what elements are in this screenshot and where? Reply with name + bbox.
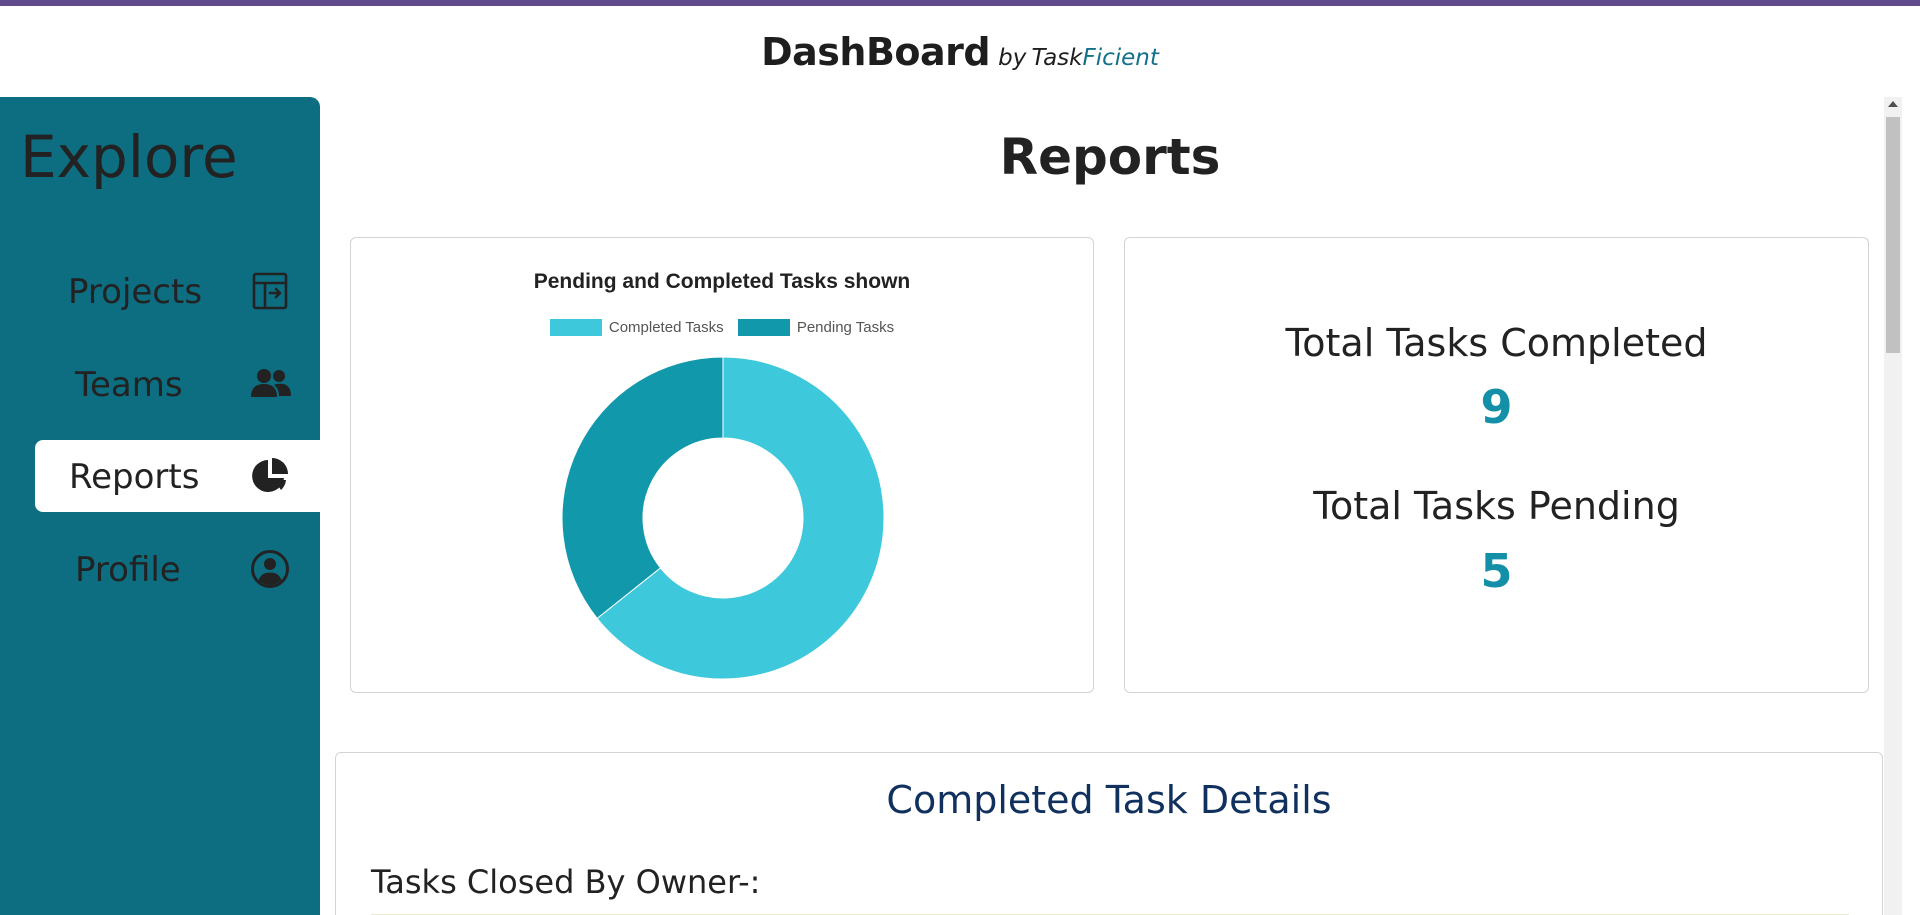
sidebar-item-reports[interactable]: Reports <box>35 440 320 512</box>
details-title: Completed Task Details <box>886 778 1332 822</box>
tasks-chart-card: Pending and Completed Tasks shown Comple… <box>350 237 1094 693</box>
brand-by: by <box>998 45 1027 71</box>
users-icon <box>250 364 291 404</box>
legend-label-completed: Completed Tasks <box>608 319 724 336</box>
sidebar-item-label: Teams <box>75 365 183 405</box>
legend-item-completed[interactable]: Completed Tasks <box>549 319 724 336</box>
completed-tasks-value: 9 <box>1480 380 1513 434</box>
legend-label-pending: Pending Tasks <box>796 319 895 336</box>
app-brand: DashBoard by TaskFicient <box>0 30 1920 74</box>
sidebar: Explore Projects Teams Reports Profile <box>0 97 320 915</box>
chart-title: Pending and Completed Tasks shown <box>533 270 911 293</box>
user-circle-icon <box>250 549 290 589</box>
pending-tasks-label: Total Tasks Pending <box>1313 484 1680 528</box>
sidebar-item-teams[interactable]: Teams <box>35 348 320 420</box>
page-title: Reports <box>999 128 1221 186</box>
chart-legend: Completed Tasks Pending Tasks <box>351 319 1093 340</box>
legend-swatch-pending <box>737 319 790 336</box>
sidebar-item-profile[interactable]: Profile <box>35 533 320 605</box>
brand-task: Task <box>1031 45 1083 71</box>
sidebar-item-projects[interactable]: Projects <box>35 255 320 327</box>
completed-tasks-label: Total Tasks Completed <box>1285 321 1708 365</box>
scroll-up-arrow-icon[interactable] <box>1888 101 1898 107</box>
sidebar-item-label: Reports <box>69 457 200 497</box>
top-accent-bar <box>0 0 1920 6</box>
legend-swatch-completed <box>549 319 602 336</box>
completed-task-details-card: Completed Task Details Tasks Closed By O… <box>335 752 1883 915</box>
brand-title: DashBoard <box>761 30 991 74</box>
details-subtitle: Tasks Closed By Owner-: <box>371 863 761 901</box>
donut-slice-pending-tasks[interactable] <box>561 356 724 620</box>
sidebar-item-label: Projects <box>68 272 203 312</box>
page-scrollbar[interactable] <box>1884 97 1902 915</box>
scroll-thumb[interactable] <box>1886 117 1900 353</box>
brand-ficient: Ficient <box>1082 45 1159 71</box>
donut-chart <box>561 356 885 680</box>
sidebar-item-label: Profile <box>75 550 181 590</box>
projects-icon <box>250 271 290 311</box>
pie-chart-icon <box>250 456 290 496</box>
task-stats-card: Total Tasks Completed 9 Total Tasks Pend… <box>1124 237 1869 693</box>
legend-item-pending[interactable]: Pending Tasks <box>737 319 895 336</box>
pending-tasks-value: 5 <box>1480 544 1513 598</box>
sidebar-title: Explore <box>20 123 238 191</box>
